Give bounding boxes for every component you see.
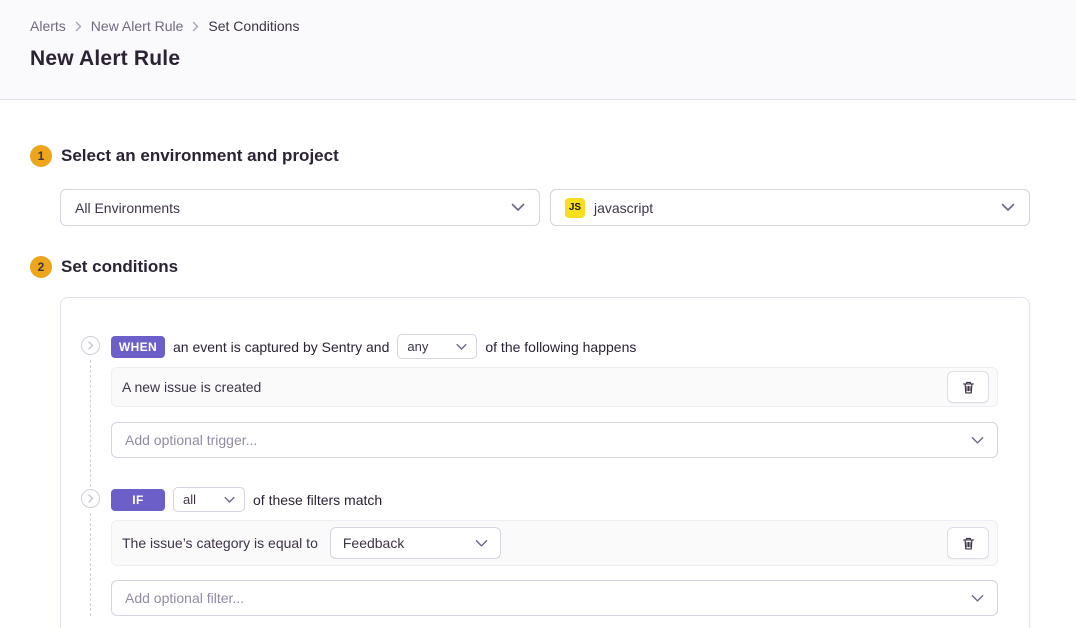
- if-badge: IF: [111, 489, 165, 511]
- step-conditions-heading: Set conditions: [61, 257, 178, 277]
- when-gutter: [81, 334, 111, 487]
- chevron-right-icon: [75, 21, 82, 32]
- project-select-value: javascript: [594, 200, 653, 216]
- delete-filter-button[interactable]: [947, 527, 989, 559]
- environment-select[interactable]: All Environments: [60, 189, 540, 226]
- breadcrumb-item-alerts[interactable]: Alerts: [30, 18, 66, 34]
- if-condition-line: IF all of these filters match: [111, 487, 998, 512]
- trash-icon: [961, 380, 976, 395]
- filter-category-select[interactable]: Feedback: [330, 527, 501, 559]
- if-match-select-value: all: [183, 492, 196, 507]
- chevron-down-icon: [475, 539, 488, 548]
- if-gutter: [81, 487, 111, 616]
- environment-select-value: All Environments: [75, 200, 180, 216]
- when-condition-line: WHEN an event is captured by Sentry and …: [111, 334, 998, 359]
- breadcrumb: Alerts New Alert Rule Set Conditions: [30, 18, 1046, 34]
- when-text-before: an event is captured by Sentry and: [173, 339, 389, 355]
- if-match-select[interactable]: all: [173, 487, 245, 512]
- add-optional-trigger-select[interactable]: Add optional trigger...: [111, 422, 998, 458]
- project-select[interactable]: JS javascript: [550, 189, 1030, 226]
- chevron-right-icon: [192, 21, 199, 32]
- trigger-rule-label: A new issue is created: [122, 379, 261, 395]
- js-platform-icon: JS: [565, 198, 585, 218]
- page-title: New Alert Rule: [30, 47, 1046, 71]
- chevron-down-icon: [456, 343, 467, 351]
- chevron-right-icon: [88, 341, 94, 350]
- connector-dashed-line: [90, 360, 111, 487]
- chevron-right-icon: [88, 494, 94, 503]
- connector-dashed-line: [90, 513, 111, 616]
- trigger-rule-row: A new issue is created: [111, 367, 998, 407]
- page-header: Alerts New Alert Rule Set Conditions New…: [0, 0, 1076, 100]
- step-conditions-header: 2 Set conditions: [30, 256, 1046, 278]
- breadcrumb-item-new-alert-rule[interactable]: New Alert Rule: [91, 18, 184, 34]
- add-optional-filter-select[interactable]: Add optional filter...: [111, 580, 998, 616]
- collapse-toggle-button[interactable]: [81, 336, 100, 355]
- step-number-badge: 2: [30, 256, 52, 278]
- step-environment-header: 1 Select an environment and project: [30, 145, 1046, 167]
- trash-icon: [961, 536, 976, 551]
- add-filter-placeholder: Add optional filter...: [125, 590, 244, 606]
- filter-rule-label: The issue’s category is equal to: [122, 535, 318, 551]
- when-text-after: of the following happens: [485, 339, 636, 355]
- chevron-down-icon: [971, 594, 984, 603]
- chevron-down-icon: [511, 203, 525, 212]
- when-condition-group: WHEN an event is captured by Sentry and …: [81, 334, 998, 487]
- when-badge: WHEN: [111, 336, 165, 358]
- step-number-badge: 1: [30, 145, 52, 167]
- chevron-down-icon: [224, 496, 235, 504]
- collapse-toggle-button[interactable]: [81, 489, 100, 508]
- if-text-after: of these filters match: [253, 492, 382, 508]
- filter-rule-row: The issue’s category is equal to Feedbac…: [111, 520, 998, 566]
- breadcrumb-item-set-conditions: Set Conditions: [208, 18, 299, 34]
- if-condition-group: IF all of these filters match The issue’…: [81, 487, 998, 616]
- filter-category-select-value: Feedback: [343, 535, 404, 551]
- step-environment-heading: Select an environment and project: [61, 146, 339, 166]
- conditions-panel: WHEN an event is captured by Sentry and …: [60, 297, 1030, 628]
- when-match-select[interactable]: any: [397, 334, 477, 359]
- chevron-down-icon: [1001, 203, 1015, 212]
- chevron-down-icon: [971, 436, 984, 445]
- when-match-select-value: any: [407, 339, 428, 354]
- main-content: 1 Select an environment and project All …: [0, 145, 1076, 628]
- add-trigger-placeholder: Add optional trigger...: [125, 432, 257, 448]
- delete-trigger-button[interactable]: [947, 371, 989, 403]
- environment-project-row: All Environments JS javascript: [60, 189, 1030, 226]
